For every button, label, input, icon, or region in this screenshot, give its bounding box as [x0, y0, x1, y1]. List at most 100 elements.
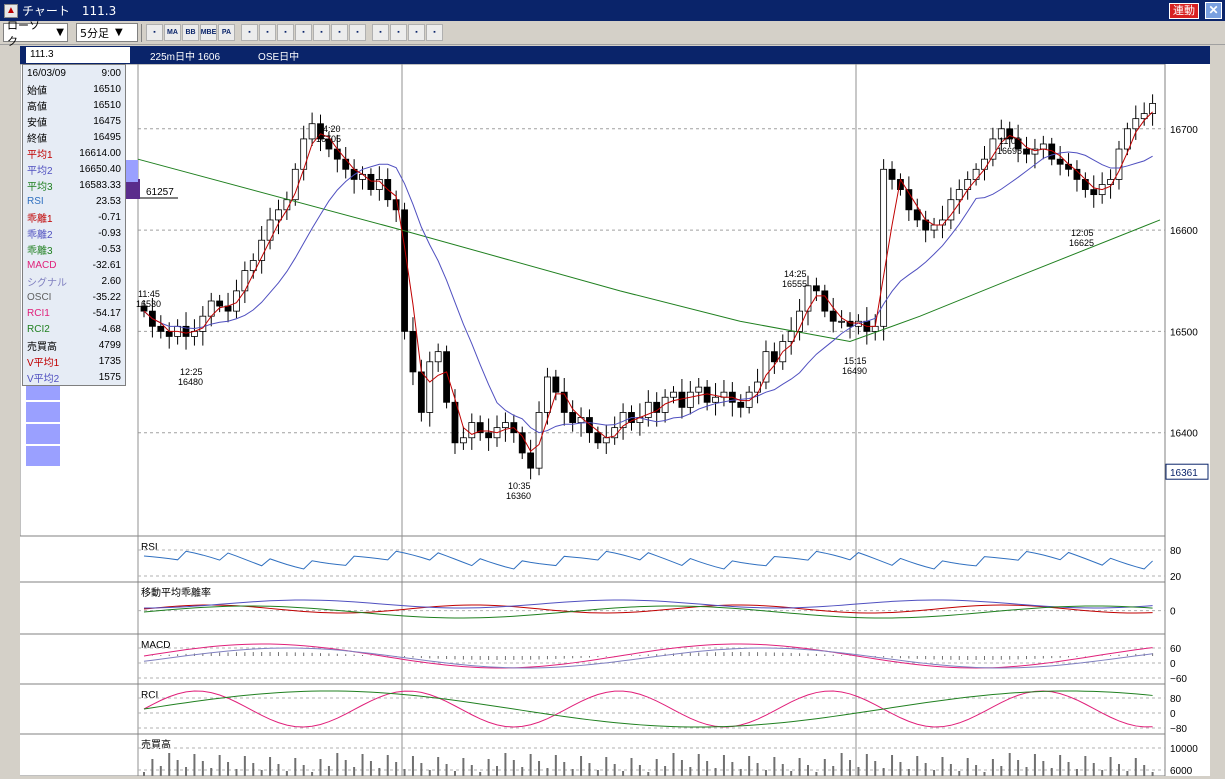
candle-body — [737, 401, 745, 408]
data-row-value: 4799 — [98, 339, 121, 351]
candle-body — [451, 401, 459, 444]
link-button[interactable]: 連動 — [1169, 3, 1199, 19]
data-panel: 16/03/09 9:00 始値 16510 高値 16510 安値 16475 終値 16495… — [22, 64, 126, 386]
candle-body — [275, 209, 282, 221]
candle-body — [577, 417, 585, 423]
toolbar-separator — [141, 23, 142, 42]
candle-body — [1090, 189, 1098, 196]
draw-line-icon[interactable]: ▪ — [349, 24, 366, 41]
candle-body — [880, 168, 888, 327]
annotation-time: 12:05 — [1071, 228, 1094, 238]
pa-icon[interactable]: PA — [218, 24, 235, 41]
data-row: 16/03/09 9:00 — [23, 65, 125, 81]
candle-body — [157, 325, 165, 332]
data-row-value: 9:00 — [101, 67, 121, 79]
candle-body — [367, 173, 375, 190]
data-row-label: OSCI — [27, 291, 52, 303]
candle-body — [241, 270, 249, 292]
line-chart-icon[interactable]: ▪ — [241, 24, 258, 41]
candle-body — [754, 381, 761, 393]
annotation-time: 15:15 — [844, 356, 867, 366]
candle-body — [434, 351, 442, 363]
data-row-value: 1575 — [98, 371, 121, 383]
data-row-value: 16510 — [93, 83, 121, 95]
pane-tick-label: 20 — [1170, 572, 1182, 583]
chart-area[interactable]: 16700 16600 16500 16400 16361 61257 11:45 16530… — [19, 63, 1210, 777]
data-row-value: 16510 — [93, 99, 121, 111]
data-row-value: 16475 — [93, 115, 121, 127]
pane-tick-label: 10000 — [1170, 744, 1198, 755]
candle-body — [426, 361, 434, 413]
price-tick-label: 16500 — [1170, 327, 1198, 338]
tool-buttons: ▪ MA BB MBE PA ▪ ▪ ▪ ▪ ▪ ▪ ▪ ▪ ▪ ▪ ▪ — [145, 24, 443, 41]
chart-svg[interactable]: 16700 16600 16500 16400 16361 61257 11:4516530… — [19, 63, 1210, 777]
data-row: MACD -32.61 — [23, 257, 125, 273]
candle-body — [712, 396, 719, 403]
candle-body — [300, 138, 308, 170]
tool-icon[interactable]: ▪ — [426, 24, 443, 41]
chart-type-value: ローソク — [7, 18, 40, 48]
candle-body — [1065, 163, 1072, 170]
candle-body — [216, 300, 224, 307]
point-figure-icon[interactable]: ▪ — [259, 24, 276, 41]
candle-body — [560, 391, 568, 413]
rci2-line — [143, 690, 1153, 728]
data-row-label: 平均3 — [27, 181, 53, 193]
candle-body — [544, 376, 551, 413]
data-row-label: 売買高 — [27, 341, 57, 353]
data-row-label: MACD — [27, 259, 57, 271]
data-row: V平均1 1735 — [23, 353, 125, 369]
candle-body — [333, 148, 341, 160]
eraser-icon[interactable]: ▪ — [390, 24, 407, 41]
data-row: 乖離3 -0.53 — [23, 241, 125, 257]
data-row: 乖離1 -0.71 — [23, 209, 125, 225]
data-row: 高値 16510 — [23, 97, 125, 113]
candle-body — [266, 219, 274, 241]
chart-type-select[interactable]: ローソク ▼ — [3, 19, 68, 48]
candle-body — [527, 452, 535, 469]
symbol-label: 225m日中 1606 — [150, 51, 221, 63]
candle-body — [409, 330, 417, 373]
data-row-value: -35.22 — [92, 291, 121, 303]
data-row-label: V平均2 — [27, 373, 60, 385]
candle-body — [502, 422, 509, 429]
pane-tick-label: 80 — [1170, 694, 1182, 705]
pane-tick-label: 60 — [1170, 644, 1182, 655]
candle-body — [804, 285, 812, 312]
candle-body — [401, 209, 408, 332]
candle-body — [821, 290, 829, 312]
trend-icon[interactable]: ▪ — [277, 24, 294, 41]
data-row-label: 終値 — [27, 133, 47, 145]
candle-body — [838, 320, 846, 323]
toolbar: ローソク ▼ 5分足 ▼ ▪ MA BB MBE PA ▪ ▪ ▪ ▪ ▪ ▪ ▪ ▪ ▪ ▪ ▪ — [0, 19, 1225, 48]
search-icon[interactable]: ▪ — [408, 24, 425, 41]
settings-icon[interactable]: ▪ — [331, 24, 348, 41]
candle-body — [586, 417, 593, 434]
data-row-label: 始値 — [27, 85, 47, 97]
rsi-line — [143, 550, 1153, 570]
volume-chart-icon[interactable]: ▪ — [146, 24, 163, 41]
annotation-price: 16480 — [178, 377, 203, 387]
data-row-label: 乖離3 — [27, 245, 53, 257]
candle-body — [552, 376, 560, 393]
print-icon[interactable]: ▪ — [313, 24, 330, 41]
zoom-icon[interactable]: ▪ — [295, 24, 312, 41]
data-row: 平均1 16614.00 — [23, 145, 125, 161]
close-icon[interactable]: ✕ — [1205, 2, 1222, 19]
annotation-time: 12:25 — [180, 367, 203, 377]
candle-body — [535, 412, 543, 469]
data-row: 安値 16475 — [23, 113, 125, 129]
candle-body — [762, 351, 770, 383]
interval-select[interactable]: 5分足 ▼ — [76, 23, 138, 42]
code-field[interactable]: 111.3 — [26, 47, 130, 63]
chevron-down-icon: ▼ — [56, 27, 64, 38]
mbe-icon[interactable]: MBE — [200, 24, 217, 41]
candle-body — [1039, 143, 1047, 150]
bb-icon[interactable]: BB — [182, 24, 199, 41]
data-row-value: 16614.00 — [79, 147, 121, 159]
candle-body — [964, 179, 972, 190]
pane-tick-label: −80 — [1170, 724, 1187, 735]
ma-icon[interactable]: MA — [164, 24, 181, 41]
data-row-value: -32.61 — [92, 259, 121, 271]
cursor-icon[interactable]: ▪ — [372, 24, 389, 41]
